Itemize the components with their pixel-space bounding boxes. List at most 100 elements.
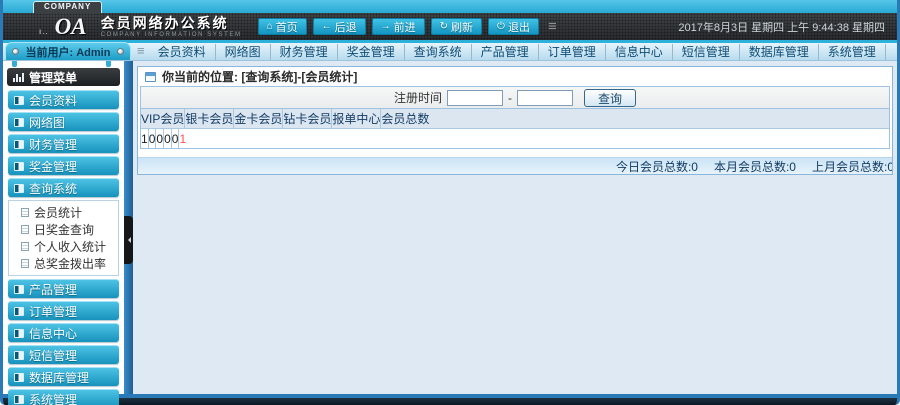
nav-button-label: 首页 [276,19,298,35]
stats-header-row: VIP会员 银卡会员 金卡会员 钻卡会员 报单中心 会员总数 [141,109,889,129]
nav-button-icon: ← [322,21,332,32]
current-user-label: 当前用户: Admin [26,44,111,60]
sidebar: 管理菜单 会员资料 网络图 财务管理 [3,61,124,394]
sidebar-submenu-item[interactable]: 日奖金查询 [9,221,118,238]
sidebar-menu-label: 数据库管理 [29,369,89,386]
document-icon [21,225,29,234]
current-user-tab[interactable]: 当前用户: Admin [5,42,131,60]
body-region: 管理菜单 会员资料 网络图 财务管理 [3,61,897,394]
stats-header-cell: VIP会员 [141,109,185,128]
chart-bars-icon [13,73,24,82]
sidebar-menu-button[interactable]: 订单管理 [8,301,119,320]
sidebar-menu-label: 短信管理 [29,347,77,364]
app-title: 会员网络办公系统 [101,16,242,30]
pin-icon [106,61,111,67]
nav-button-label: 退出 [508,19,530,35]
menu-grid-icon [14,118,24,127]
top-menu-item[interactable]: 产品管理 [472,44,539,60]
sidebar-menu-label: 奖金管理 [29,158,77,175]
total-item: 上月会员总数:0 [812,158,892,175]
sidebar-menu-label: 查询系统 [29,180,77,197]
sidebar-menu-label: 信息中心 [29,325,77,342]
sidebar-header-label: 管理菜单 [29,69,77,86]
sidebar-menu-label: 网络图 [29,114,65,131]
top-menu-item[interactable]: 信息中心 [606,44,673,60]
sidebar-menu-button[interactable]: 会员资料 [8,90,119,109]
sidebar-menu-button[interactable]: 系统管理 [8,389,119,405]
top-menu-item[interactable]: 网络图 [216,44,271,60]
menu-grid-icon [14,395,24,404]
sidebar-menu-label: 订单管理 [29,303,77,320]
range-separator: - [508,91,512,105]
nav-button-label: 前进 [394,19,416,35]
totals-row: 今日会员总数:0 本月会员总数:0 上月会员总数:0 [138,157,892,174]
top-menu-item[interactable]: 数据库管理 [740,44,819,60]
list-icon: ≡ [137,43,145,58]
nav-button-icon: ⏻ [497,21,505,32]
hamburger-icon[interactable]: ≡ [548,18,557,35]
menu-grid-icon [14,285,24,294]
sidebar-menu-button[interactable]: 财务管理 [8,134,119,153]
stats-header-cell: 钻卡会员 [283,109,332,128]
date-from-input[interactable] [447,90,503,106]
top-menu-item[interactable]: 查询系统 [405,44,472,60]
sidebar-menu-label: 财务管理 [29,136,77,153]
search-button[interactable]: 查询 [584,89,636,107]
app-title-block: 会员网络办公系统 COMPANY INFORMATION SYSTEM [101,16,242,38]
stats-value-row: 1 0 0 0 0 1 [141,129,889,148]
document-icon [21,208,29,217]
nav-button-icon: → [381,21,391,32]
nav-button[interactable]: ⌂ 首页 [258,18,307,35]
sidebar-menu-button[interactable]: 短信管理 [8,345,119,364]
top-menu-item[interactable]: 订单管理 [539,44,606,60]
location-icon [145,72,156,82]
total-item: 本月会员总数:0 [714,158,796,175]
date-to-input[interactable] [517,90,573,106]
sidebar-menu-label: 产品管理 [29,281,77,298]
stats-value-cell: 0 [149,129,157,148]
header-nav-buttons: ⌂ 首页 ← 后退 → 前进 ↻ 刷新 [258,18,539,35]
bottom-frame-shadow [3,398,897,405]
app-subtitle: COMPANY INFORMATION SYSTEM [101,32,242,38]
screw-icon [117,48,124,55]
app-logo: OA [55,14,87,40]
stats-value-cell: 0 [156,129,164,148]
menu-grid-icon [14,351,24,360]
stats-value-cell: 0 [172,129,180,148]
logo-dots-icon: ı.. [39,27,49,36]
top-menu-item[interactable]: 会员资料 [149,44,216,60]
sidebar-menu-button[interactable]: 产品管理 [8,279,119,298]
register-time-form: 注册时间 - 查询 [141,87,889,109]
app-window: COMPANY ı.. OA 会员网络办公系统 COMPANY INFORMAT… [0,0,900,405]
sidebar-submenu-item[interactable]: 会员统计 [9,204,118,221]
sidebar-menu-button[interactable]: 网络图 [8,112,119,131]
sidebar-menu-button[interactable]: 信息中心 [8,323,119,342]
top-strip: COMPANY [3,0,897,13]
top-menu-item[interactable]: 财务管理 [271,44,338,60]
nav-button[interactable]: ← 后退 [313,18,366,35]
stats-value-cell: 0 [164,129,172,148]
sidebar-menu-button[interactable]: 查询系统 [8,178,119,197]
stats-value-cell: 1 [141,129,149,148]
sidebar-collapse-handle[interactable] [124,216,133,264]
sidebar-submenu-label: 个人收入统计 [34,238,106,255]
sidebar-menu-button[interactable]: 奖金管理 [8,156,119,175]
nav-button[interactable]: → 前进 [372,18,425,35]
sidebar-menu-label: 会员资料 [29,92,77,109]
top-menu-item[interactable]: 系统管理 [819,44,886,60]
nav-button-label: 刷新 [451,19,473,35]
breadcrumb-row: 你当前的位置: [查询系统]-[会员统计] [138,67,892,86]
nav-button[interactable]: ↻ 刷新 [431,18,482,35]
pin-icon [12,61,17,67]
menu-grid-icon [14,307,24,316]
top-menu-item[interactable]: 奖金管理 [338,44,405,60]
sidebar-menu-button[interactable]: 数据库管理 [8,367,119,386]
nav-button[interactable]: ⏻ 退出 [488,18,539,35]
top-menu-item[interactable]: 短信管理 [673,44,740,60]
sidebar-submenu-item[interactable]: 总奖金拨出率 [9,255,118,272]
menu-grid-icon [14,184,24,193]
member-stats-table: 注册时间 - 查询 VIP会员 银卡会员 金卡会员 [140,86,890,149]
panel-gap [138,149,892,157]
sidebar-submenu-item[interactable]: 个人收入统计 [9,238,118,255]
screw-icon [12,48,19,55]
